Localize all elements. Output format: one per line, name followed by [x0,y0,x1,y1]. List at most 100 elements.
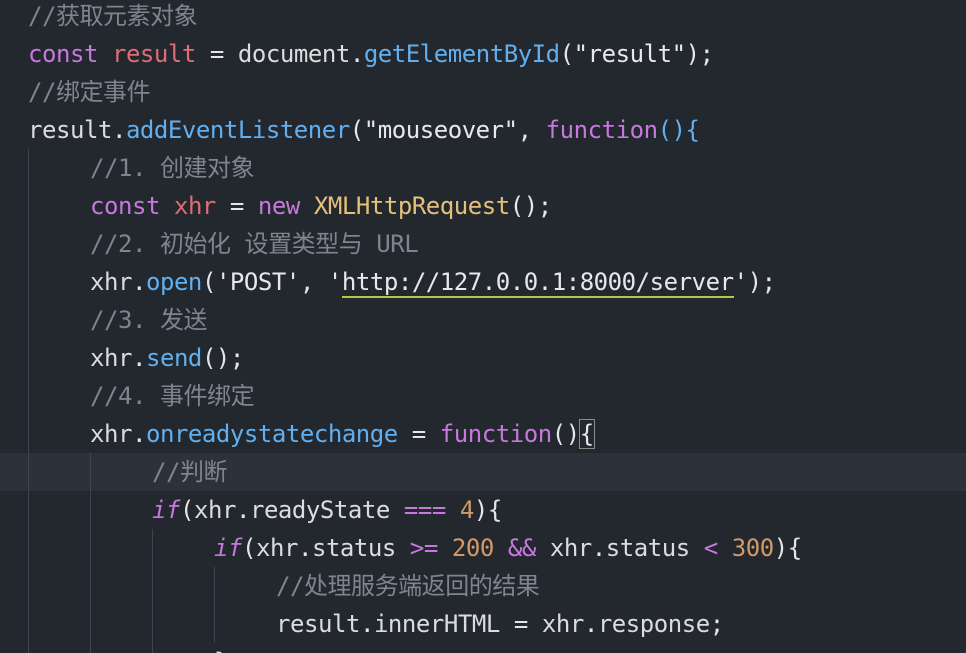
code-line: //绑定事件 [0,73,966,111]
indent-guide [152,529,153,567]
method: open [145,268,202,296]
code-line: xhr.send(); [0,339,966,377]
code-line: const xhr = new XMLHttpRequest(); [0,187,966,225]
code-line: const result = document.getElementById("… [0,35,966,73]
object: xhr [255,534,298,562]
indent-guide [152,643,153,653]
object: xhr [90,420,132,448]
keyword: const [28,40,98,68]
indent-guide [214,605,215,643]
indent-guide [28,567,29,605]
dot: . [591,534,606,562]
indent-guide [152,567,153,605]
operator: === [403,496,446,524]
variable: result [111,40,196,68]
comment: //判断 [152,458,228,486]
paren: ){ [473,496,502,524]
object: result [28,116,112,144]
dot: . [583,610,598,638]
paren: (); [201,344,244,372]
closing-brace: } [214,643,228,653]
property: onreadystatechange [145,420,398,448]
dot: . [131,344,146,372]
operator: && [507,534,536,562]
code-line: result.innerHTML = xhr.response; [0,605,966,643]
keyword: const [90,192,160,220]
property: status [311,534,396,562]
dot: . [349,40,364,68]
code-line: //4. 事件绑定 [0,377,966,415]
code-line: //1. 创建对象 [0,149,966,187]
operator: >= [409,534,438,562]
paren: () [551,420,580,448]
operator: = [209,40,224,68]
code-line: result.addEventListener("mouseover", fun… [0,111,966,149]
paren: ( [559,40,574,68]
object: document [237,40,350,68]
string: "mouseover" [363,116,518,144]
comment: //获取元素对象 [28,2,198,30]
indent-guide [90,491,91,529]
indent-guide [28,339,29,377]
code-line: if(xhr.readyState === 4){ [0,491,966,529]
current-line[interactable]: //判断 [0,453,966,491]
property: innerHTML [373,610,500,638]
comma: , [299,268,314,296]
code-editor[interactable]: //获取元素对象 const result = document.getElem… [0,0,966,653]
variable: xhr [173,192,216,220]
dot: . [131,268,146,296]
indent-guide [28,187,29,225]
operator: = [411,420,426,448]
url-link[interactable]: http://127.0.0.1:8000/server [341,268,734,298]
code-line: //3. 发送 [0,301,966,339]
paren: ); [685,40,714,68]
dot: . [111,116,126,144]
code-line: //获取元素对象 [0,0,966,35]
method: send [145,344,202,372]
code-line: xhr.onreadystatechange = function(){ [0,415,966,453]
indent-guide [28,643,29,653]
code-line: //2. 初始化 设置类型与 URL [0,225,966,263]
indent-guide [28,377,29,415]
code-line: xhr.open('POST', 'http://127.0.0.1:8000/… [0,263,966,301]
indent-guide [28,225,29,263]
comment: //4. 事件绑定 [90,382,255,410]
dot: . [235,496,250,524]
paren: ); [747,268,776,296]
method: addEventListener [125,116,350,144]
dot: . [297,534,312,562]
matched-brace: { [578,419,595,449]
property: readyState [249,496,390,524]
operator: = [513,610,528,638]
indent-guide [28,605,29,643]
object: result [276,610,360,638]
class-name: XMLHttpRequest [313,192,510,220]
keyword: if [152,496,180,524]
code-line: //处理服务端返回的结果 [0,567,966,605]
object: xhr [193,496,236,524]
indent-guide [28,529,29,567]
number: 300 [731,534,774,562]
object: xhr [90,344,132,372]
property: status [605,534,690,562]
indent-guide [28,263,29,301]
comment: //绑定事件 [28,78,151,106]
string: "result" [573,40,686,68]
paren: ){ [773,534,802,562]
number: 200 [451,534,494,562]
indent-guide [90,643,91,653]
indent-guide [90,453,91,491]
dot: . [131,420,146,448]
indent-guide [28,415,29,453]
comma: , [517,116,532,144]
indent-guide [28,453,29,491]
property: response [597,610,710,638]
operator: = [229,192,244,220]
paren: ( [179,496,194,524]
indent-guide [28,491,29,529]
operator: < [703,534,718,562]
paren: (){ [657,116,700,144]
indent-guide [90,529,91,567]
paren: ( [201,268,216,296]
comment: //1. 创建对象 [90,154,255,182]
